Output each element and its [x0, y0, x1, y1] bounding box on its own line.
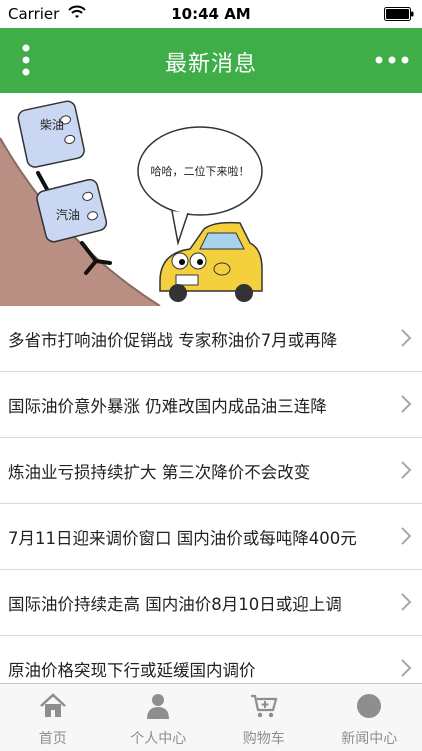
battery-icon: [384, 7, 414, 21]
tab-profile[interactable]: 个人中心: [106, 684, 212, 751]
news-title: 国际油价持续走高 国内油价8月10日或迎上调: [8, 591, 390, 615]
chevron-right-icon: [400, 394, 412, 414]
news-title: 炼油业亏损持续扩大 第三次降价不会改变: [8, 459, 390, 483]
chevron-right-icon: [400, 328, 412, 348]
oil-price-cartoon: 柴油 汽油 哈哈，二位下来啦！: [0, 93, 422, 306]
more-options-icon[interactable]: [374, 50, 410, 70]
tab-label: 购物车: [211, 728, 317, 748]
chevron-right-icon: [400, 658, 412, 678]
news-item[interactable]: 国际油价持续走高 国内油价8月10日或迎上调: [0, 570, 422, 636]
chevron-right-icon: [400, 592, 412, 612]
news-item[interactable]: 炼油业亏损持续扩大 第三次降价不会改变: [0, 438, 422, 504]
clock: 10:44 AM: [0, 5, 422, 23]
chevron-right-icon: [400, 460, 412, 480]
news-icon: [355, 692, 383, 720]
tab-bar: 首页 个人中心 购物车 新闻中心: [0, 683, 422, 751]
tab-label: 个人中心: [106, 728, 212, 748]
news-title: 国际油价意外暴涨 仍难改国内成品油三连降: [8, 393, 390, 417]
home-icon: [39, 692, 67, 720]
nav-bar: 最新消息: [0, 28, 422, 93]
person-icon: [144, 692, 172, 720]
news-item[interactable]: 7月11日迎来调价窗口 国内油价或每吨降400元: [0, 504, 422, 570]
news-title: 多省市打响油价促销战 专家称油价7月或再降: [8, 327, 390, 351]
status-bar: Carrier 10:44 AM: [0, 0, 422, 28]
news-banner[interactable]: 柴油 汽油 哈哈，二位下来啦！: [0, 93, 422, 307]
cart-icon: [250, 692, 278, 720]
news-item[interactable]: 多省市打响油价促销战 专家称油价7月或再降: [0, 306, 422, 372]
news-list: 多省市打响油价促销战 专家称油价7月或再降 国际油价意外暴涨 仍难改国内成品油三…: [0, 306, 422, 702]
gasoline-label: 汽油: [56, 207, 80, 222]
news-title: 7月11日迎来调价窗口 国内油价或每吨降400元: [8, 525, 390, 549]
tab-label: 首页: [0, 728, 106, 748]
chevron-right-icon: [400, 526, 412, 546]
page-title: 最新消息: [0, 46, 422, 78]
news-title: 原油价格突现下行或延缓国内调价: [8, 657, 390, 681]
tab-cart[interactable]: 购物车: [211, 684, 317, 751]
tab-label: 新闻中心: [317, 728, 422, 748]
speech-bubble-text: 哈哈，二位下来啦！: [151, 164, 250, 178]
tab-news[interactable]: 新闻中心: [317, 684, 422, 751]
diesel-label: 柴油: [40, 118, 64, 132]
tab-home[interactable]: 首页: [0, 684, 106, 751]
news-item[interactable]: 国际油价意外暴涨 仍难改国内成品油三连降: [0, 372, 422, 438]
